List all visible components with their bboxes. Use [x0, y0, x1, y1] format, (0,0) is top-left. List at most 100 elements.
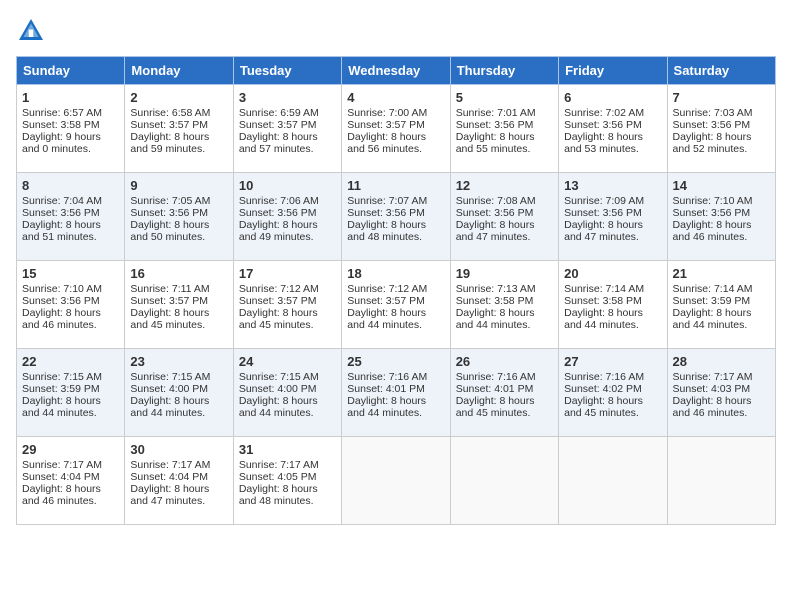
- day-number: 6: [564, 90, 661, 105]
- sunrise-text: Sunrise: 7:03 AM: [673, 107, 770, 119]
- calendar-cell: 2Sunrise: 6:58 AMSunset: 3:57 PMDaylight…: [125, 85, 233, 173]
- day-number: 14: [673, 178, 770, 193]
- sunset-text: Sunset: 3:56 PM: [239, 207, 336, 219]
- sunset-text: Sunset: 4:04 PM: [130, 471, 227, 483]
- sunrise-text: Sunrise: 7:16 AM: [456, 371, 553, 383]
- daylight-text: Daylight: 8 hours and 48 minutes.: [347, 219, 444, 243]
- sunset-text: Sunset: 3:57 PM: [347, 119, 444, 131]
- day-number: 27: [564, 354, 661, 369]
- day-number: 20: [564, 266, 661, 281]
- sunset-text: Sunset: 3:56 PM: [673, 119, 770, 131]
- day-number: 24: [239, 354, 336, 369]
- sunrise-text: Sunrise: 7:11 AM: [130, 283, 227, 295]
- logo: [16, 16, 50, 46]
- sunset-text: Sunset: 4:00 PM: [130, 383, 227, 395]
- sunset-text: Sunset: 3:56 PM: [22, 207, 119, 219]
- day-number: 21: [673, 266, 770, 281]
- calendar-cell: 9Sunrise: 7:05 AMSunset: 3:56 PMDaylight…: [125, 173, 233, 261]
- daylight-text: Daylight: 8 hours and 48 minutes.: [239, 483, 336, 507]
- calendar-cell: 1Sunrise: 6:57 AMSunset: 3:58 PMDaylight…: [17, 85, 125, 173]
- col-header-wednesday: Wednesday: [342, 57, 450, 85]
- sunrise-text: Sunrise: 7:15 AM: [130, 371, 227, 383]
- sunrise-text: Sunrise: 7:14 AM: [673, 283, 770, 295]
- daylight-text: Daylight: 8 hours and 56 minutes.: [347, 131, 444, 155]
- sunset-text: Sunset: 3:56 PM: [456, 119, 553, 131]
- daylight-text: Daylight: 8 hours and 45 minutes.: [564, 395, 661, 419]
- day-number: 5: [456, 90, 553, 105]
- day-number: 23: [130, 354, 227, 369]
- day-number: 19: [456, 266, 553, 281]
- daylight-text: Daylight: 8 hours and 51 minutes.: [22, 219, 119, 243]
- sunrise-text: Sunrise: 7:04 AM: [22, 195, 119, 207]
- sunrise-text: Sunrise: 7:09 AM: [564, 195, 661, 207]
- sunset-text: Sunset: 3:56 PM: [564, 207, 661, 219]
- calendar-cell: 22Sunrise: 7:15 AMSunset: 3:59 PMDayligh…: [17, 349, 125, 437]
- logo-icon: [16, 16, 46, 46]
- daylight-text: Daylight: 8 hours and 44 minutes.: [347, 395, 444, 419]
- sunrise-text: Sunrise: 7:02 AM: [564, 107, 661, 119]
- sunrise-text: Sunrise: 7:17 AM: [239, 459, 336, 471]
- day-number: 17: [239, 266, 336, 281]
- sunrise-text: Sunrise: 7:17 AM: [22, 459, 119, 471]
- daylight-text: Daylight: 8 hours and 59 minutes.: [130, 131, 227, 155]
- sunset-text: Sunset: 3:59 PM: [22, 383, 119, 395]
- calendar-cell: 16Sunrise: 7:11 AMSunset: 3:57 PMDayligh…: [125, 261, 233, 349]
- daylight-text: Daylight: 8 hours and 49 minutes.: [239, 219, 336, 243]
- calendar-cell: 13Sunrise: 7:09 AMSunset: 3:56 PMDayligh…: [559, 173, 667, 261]
- calendar-cell: 17Sunrise: 7:12 AMSunset: 3:57 PMDayligh…: [233, 261, 341, 349]
- calendar-cell: [450, 437, 558, 525]
- day-number: 9: [130, 178, 227, 193]
- col-header-saturday: Saturday: [667, 57, 775, 85]
- daylight-text: Daylight: 8 hours and 45 minutes.: [130, 307, 227, 331]
- day-number: 29: [22, 442, 119, 457]
- daylight-text: Daylight: 8 hours and 57 minutes.: [239, 131, 336, 155]
- calendar-cell: 27Sunrise: 7:16 AMSunset: 4:02 PMDayligh…: [559, 349, 667, 437]
- daylight-text: Daylight: 8 hours and 45 minutes.: [456, 395, 553, 419]
- calendar-header-row: SundayMondayTuesdayWednesdayThursdayFrid…: [17, 57, 776, 85]
- sunset-text: Sunset: 3:58 PM: [22, 119, 119, 131]
- sunrise-text: Sunrise: 7:17 AM: [130, 459, 227, 471]
- day-number: 16: [130, 266, 227, 281]
- day-number: 26: [456, 354, 553, 369]
- sunset-text: Sunset: 3:56 PM: [456, 207, 553, 219]
- sunrise-text: Sunrise: 7:08 AM: [456, 195, 553, 207]
- sunrise-text: Sunrise: 6:58 AM: [130, 107, 227, 119]
- sunset-text: Sunset: 4:05 PM: [239, 471, 336, 483]
- daylight-text: Daylight: 8 hours and 55 minutes.: [456, 131, 553, 155]
- sunset-text: Sunset: 3:58 PM: [456, 295, 553, 307]
- sunset-text: Sunset: 3:57 PM: [239, 119, 336, 131]
- calendar-week-row: 8Sunrise: 7:04 AMSunset: 3:56 PMDaylight…: [17, 173, 776, 261]
- calendar-cell: 18Sunrise: 7:12 AMSunset: 3:57 PMDayligh…: [342, 261, 450, 349]
- col-header-friday: Friday: [559, 57, 667, 85]
- calendar-cell: [342, 437, 450, 525]
- sunrise-text: Sunrise: 7:13 AM: [456, 283, 553, 295]
- day-number: 2: [130, 90, 227, 105]
- calendar-week-row: 29Sunrise: 7:17 AMSunset: 4:04 PMDayligh…: [17, 437, 776, 525]
- day-number: 3: [239, 90, 336, 105]
- sunrise-text: Sunrise: 7:16 AM: [347, 371, 444, 383]
- day-number: 7: [673, 90, 770, 105]
- calendar-week-row: 15Sunrise: 7:10 AMSunset: 3:56 PMDayligh…: [17, 261, 776, 349]
- day-number: 18: [347, 266, 444, 281]
- calendar-cell: 31Sunrise: 7:17 AMSunset: 4:05 PMDayligh…: [233, 437, 341, 525]
- daylight-text: Daylight: 8 hours and 46 minutes.: [22, 483, 119, 507]
- calendar-cell: 11Sunrise: 7:07 AMSunset: 3:56 PMDayligh…: [342, 173, 450, 261]
- daylight-text: Daylight: 8 hours and 50 minutes.: [130, 219, 227, 243]
- sunset-text: Sunset: 3:57 PM: [347, 295, 444, 307]
- calendar-cell: 19Sunrise: 7:13 AMSunset: 3:58 PMDayligh…: [450, 261, 558, 349]
- calendar-cell: 21Sunrise: 7:14 AMSunset: 3:59 PMDayligh…: [667, 261, 775, 349]
- sunrise-text: Sunrise: 7:10 AM: [22, 283, 119, 295]
- sunrise-text: Sunrise: 7:12 AM: [347, 283, 444, 295]
- day-number: 25: [347, 354, 444, 369]
- daylight-text: Daylight: 8 hours and 45 minutes.: [239, 307, 336, 331]
- day-number: 28: [673, 354, 770, 369]
- calendar-week-row: 1Sunrise: 6:57 AMSunset: 3:58 PMDaylight…: [17, 85, 776, 173]
- sunset-text: Sunset: 4:03 PM: [673, 383, 770, 395]
- sunrise-text: Sunrise: 7:16 AM: [564, 371, 661, 383]
- daylight-text: Daylight: 8 hours and 44 minutes.: [130, 395, 227, 419]
- calendar-cell: 4Sunrise: 7:00 AMSunset: 3:57 PMDaylight…: [342, 85, 450, 173]
- calendar-cell: 8Sunrise: 7:04 AMSunset: 3:56 PMDaylight…: [17, 173, 125, 261]
- sunrise-text: Sunrise: 7:01 AM: [456, 107, 553, 119]
- calendar-cell: 30Sunrise: 7:17 AMSunset: 4:04 PMDayligh…: [125, 437, 233, 525]
- sunset-text: Sunset: 4:00 PM: [239, 383, 336, 395]
